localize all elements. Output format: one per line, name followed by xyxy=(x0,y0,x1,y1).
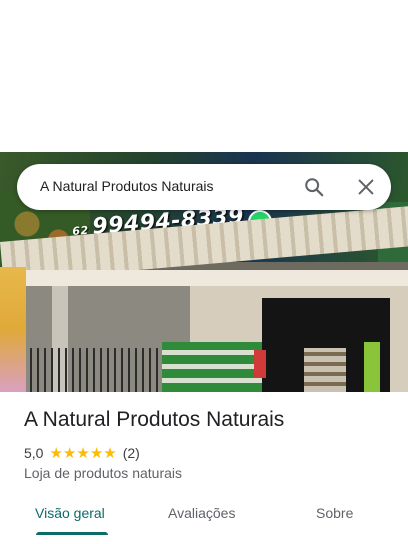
place-tabs: Visão geral Avaliações Sobre xyxy=(0,492,408,544)
place-title: A Natural Produtos Naturais xyxy=(24,408,285,431)
star-icon: ★ xyxy=(49,444,63,462)
tab-about[interactable]: Sobre xyxy=(316,505,353,521)
rating-value: 5,0 xyxy=(24,445,44,461)
wall-left xyxy=(0,267,26,392)
star-icon: ★ xyxy=(89,444,104,462)
product-stand xyxy=(254,350,266,378)
green-sign xyxy=(364,342,380,392)
place-category: Loja de produtos naturais xyxy=(24,465,182,481)
star-icon: ★ xyxy=(62,444,77,462)
review-count[interactable]: (2) xyxy=(123,445,140,461)
star-rating: ★ ★ ★ ★ ★ xyxy=(49,446,116,461)
rating-row[interactable]: 5,0 ★ ★ ★ ★ ★ (2) xyxy=(24,444,140,462)
tab-overview[interactable]: Visão geral xyxy=(35,505,105,521)
tab-reviews[interactable]: Avaliações xyxy=(168,505,235,521)
star-icon: ★ xyxy=(103,444,117,462)
place-page: 62 99494-8339 A Natural Produtos Naturais… xyxy=(0,0,408,544)
search-icon[interactable] xyxy=(303,176,325,198)
active-tab-indicator xyxy=(36,532,108,535)
product-shelf xyxy=(162,342,262,392)
close-icon[interactable] xyxy=(355,176,377,198)
search-bar[interactable]: A Natural Produtos Naturais xyxy=(17,164,391,210)
product-shelf-inside xyxy=(304,348,346,392)
search-input[interactable]: A Natural Produtos Naturais xyxy=(40,178,214,194)
fence xyxy=(30,348,165,392)
star-icon: ★ xyxy=(76,444,90,462)
